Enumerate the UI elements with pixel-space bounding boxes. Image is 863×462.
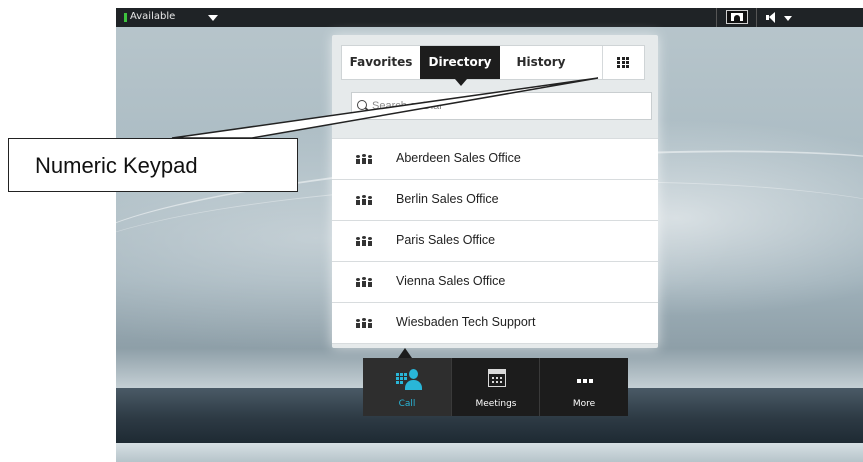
bottom-nav: Call Meetings More	[363, 358, 628, 416]
calendar-icon	[488, 369, 506, 387]
caret-down-icon[interactable]	[208, 15, 218, 21]
search-field[interactable]	[351, 92, 652, 120]
availability-indicator	[124, 13, 127, 22]
nav-more-label: More	[572, 399, 596, 409]
device-screen: Available Favorites Directory History Se…	[116, 8, 863, 462]
list-item[interactable]: Aberdeen Sales Office	[332, 138, 658, 179]
numeric-keypad-icon	[617, 57, 629, 68]
tab-directory[interactable]: Directory	[420, 46, 500, 86]
more-icon	[577, 379, 593, 383]
call-icon	[396, 369, 422, 393]
tab-bar: Favorites Directory History	[341, 45, 645, 86]
self-view-icon[interactable]	[726, 10, 748, 24]
list-item-label: Wiesbaden Tech Support	[396, 315, 536, 329]
list-item[interactable]: Paris Sales Office	[332, 220, 658, 261]
availability-label[interactable]: Available	[130, 11, 175, 22]
list-item-label: Paris Sales Office	[396, 233, 496, 247]
group-icon	[356, 236, 372, 246]
callout-box: Numeric Keypad	[8, 138, 298, 192]
divider	[756, 8, 757, 27]
list-item[interactable]: Vienna Sales Office	[332, 261, 658, 302]
list-item-label: Berlin Sales Office	[396, 192, 499, 206]
volume-icon[interactable]	[766, 12, 778, 23]
list-item[interactable]: Berlin Sales Office	[332, 179, 658, 220]
numeric-keypad-button[interactable]	[603, 46, 644, 79]
group-icon	[356, 154, 372, 164]
directory-panel: Favorites Directory History Aberdeen Sal…	[332, 35, 658, 348]
background-strip	[116, 443, 863, 462]
nav-call-button[interactable]: Call	[363, 358, 451, 416]
status-bar: Available	[116, 8, 863, 27]
tab-history[interactable]: History	[500, 46, 582, 79]
nav-meetings-button[interactable]: Meetings	[451, 358, 540, 416]
nav-pointer	[398, 348, 412, 358]
list-item-label: Vienna Sales Office	[396, 274, 506, 288]
caret-down-icon[interactable]	[784, 16, 792, 21]
nav-more-button[interactable]: More	[539, 358, 628, 416]
list-item-label: Aberdeen Sales Office	[396, 151, 521, 165]
search-input[interactable]	[372, 96, 642, 116]
callout-label: Numeric Keypad	[35, 153, 198, 178]
list-item[interactable]: Wiesbaden Tech Support	[332, 302, 658, 344]
search-icon	[357, 100, 367, 110]
directory-list: Aberdeen Sales Office Berlin Sales Offic…	[332, 138, 658, 344]
nav-call-label: Call	[398, 399, 416, 409]
group-icon	[356, 277, 372, 287]
tab-favorites[interactable]: Favorites	[342, 46, 420, 79]
group-icon	[356, 318, 372, 328]
nav-meetings-label: Meetings	[475, 399, 517, 409]
group-icon	[356, 195, 372, 205]
divider	[716, 8, 717, 27]
